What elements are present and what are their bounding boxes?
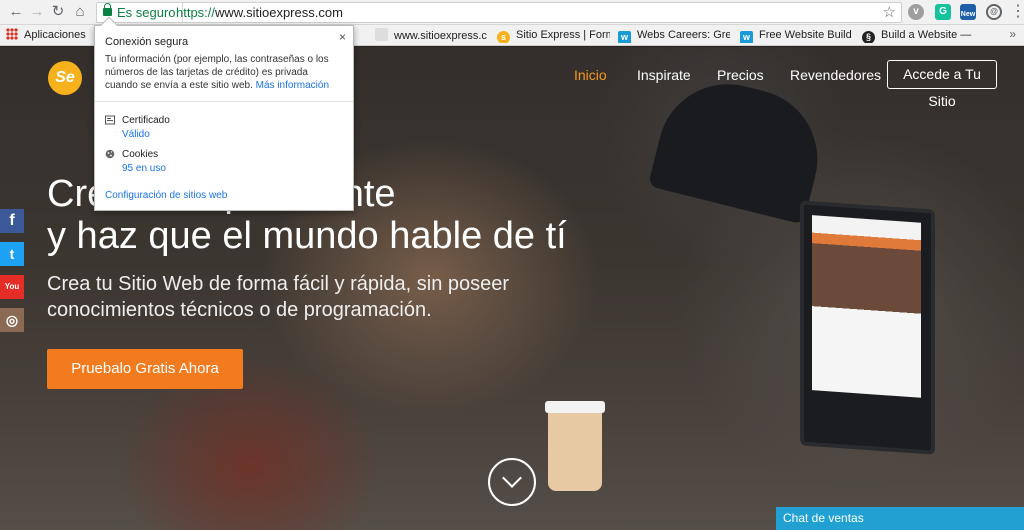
bookmark-webs-careers[interactable]: w Webs Careers: Great (618, 28, 730, 43)
popup-description: Tu información (por ejemplo, las contras… (105, 53, 343, 92)
squarespace-favicon-icon: § (862, 31, 875, 43)
nav-inspirate[interactable]: Inspirate (637, 67, 691, 83)
forward-icon[interactable]: → (27, 3, 47, 21)
more-bookmarks-icon[interactable]: » (1009, 27, 1016, 41)
youtube-icon[interactable]: You (0, 275, 24, 299)
webs-favicon-icon: w (618, 31, 631, 43)
page-icon (375, 28, 388, 41)
scroll-down-icon[interactable] (488, 458, 536, 506)
monitor-image (800, 200, 935, 455)
hero-title-line2: y haz que el mundo hable de tí (47, 215, 567, 257)
home-icon[interactable]: ⌂ (70, 3, 90, 21)
site-logo[interactable]: Se (48, 61, 82, 95)
monitor-screen (812, 215, 921, 398)
lock-icon (103, 3, 112, 16)
bookmark-label: Free Website Builder (759, 29, 851, 41)
facebook-icon[interactable]: f (0, 209, 24, 233)
hero-subtitle: Crea tu Sitio Web de forma fácil y rápid… (47, 273, 510, 321)
reload-icon[interactable]: ↻ (48, 3, 68, 21)
extension-new-icon[interactable]: New (960, 4, 976, 20)
nav-precios[interactable]: Precios (717, 67, 764, 83)
bookmark-label: Aplicaciones (24, 29, 86, 41)
cookie-icon (105, 149, 115, 159)
address-bar[interactable]: Es seguro https://www.sitioexpress.com ☆ (96, 2, 902, 23)
bookmark-sitioexpress[interactable]: www.sitioexpress.com (375, 28, 487, 43)
menu-icon[interactable]: ⋮ (1010, 3, 1024, 21)
more-info-link[interactable]: Más información (256, 80, 329, 91)
extension-badge: New (960, 11, 976, 18)
twitter-icon[interactable]: t (0, 242, 24, 266)
site-settings-link[interactable]: Configuración de sitios web (105, 190, 227, 201)
url-text[interactable]: https://www.sitioexpress.com (176, 3, 343, 22)
nav-revendedores[interactable]: Revendedores (790, 67, 881, 83)
secure-label: Es seguro (117, 5, 176, 20)
bookmark-sitio-formul[interactable]: s Sitio Express | Formul (497, 28, 610, 43)
bookmark-free-website[interactable]: w Free Website Builder (740, 28, 851, 43)
back-icon[interactable]: ← (6, 3, 26, 21)
bookmark-label: www.sitioexpress.com (394, 30, 487, 42)
certificate-valid-link[interactable]: Válido (122, 129, 150, 140)
extension-spiral-icon[interactable]: @ (986, 4, 1002, 20)
sitioexpress-favicon-icon: s (497, 31, 510, 43)
bookmark-star-icon[interactable]: ☆ (883, 3, 896, 22)
sales-chat-button[interactable]: Chat de ventas (776, 507, 1024, 530)
webs-favicon-icon: w (740, 31, 753, 43)
url-scheme: https:// (176, 5, 216, 20)
extension-v-icon[interactable]: v (908, 4, 924, 20)
cookies-in-use-link[interactable]: 95 en uso (122, 163, 166, 174)
divider (95, 101, 353, 102)
apps-icon (6, 28, 18, 40)
connection-info-popup: Conexión segura × Tu información (por ej… (94, 16, 354, 211)
popup-title: Conexión segura (105, 36, 189, 48)
bookmark-apps[interactable]: Aplicaciones (6, 28, 86, 43)
url-host: www.sitioexpress.com (215, 5, 343, 20)
browser-toolbar: ← → ↻ ⌂ Es seguro https://www.sitioexpre… (0, 0, 1024, 25)
bookmark-label: Webs Careers: Great (637, 29, 730, 41)
cookies-label: Cookies (122, 149, 159, 160)
certificate-label: Certificado (122, 115, 170, 126)
close-icon[interactable]: × (339, 30, 346, 44)
access-site-button[interactable]: Accede a Tu Sitio (887, 60, 997, 109)
certificate-icon (105, 115, 115, 125)
nav-inicio[interactable]: Inicio (574, 67, 607, 83)
coffee-cup-image (545, 401, 605, 491)
try-free-button[interactable]: Pruebalo Gratis Ahora (47, 349, 243, 389)
instagram-icon[interactable]: ◎ (0, 308, 24, 332)
bookmark-label: Sitio Express | Formul (516, 29, 610, 41)
grammarly-icon[interactable]: G (935, 4, 951, 20)
bookmark-build-website[interactable]: § Build a Website — So (862, 28, 974, 43)
bookmark-label: Build a Website — So (881, 29, 974, 41)
